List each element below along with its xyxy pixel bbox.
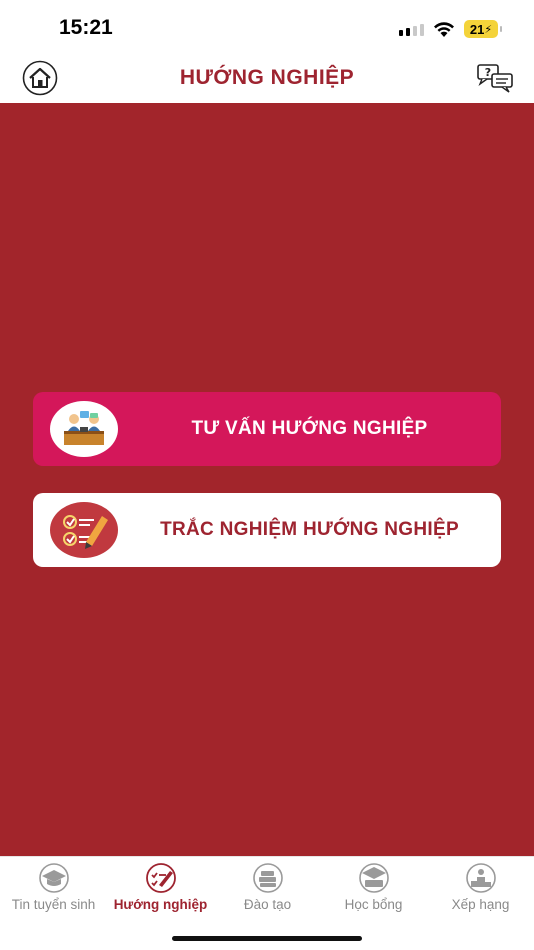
card-label: TRẮC NGHIỆM HƯỚNG NGHIỆP — [160, 519, 459, 540]
graduation-cap-icon — [38, 863, 69, 893]
battery-charging-icon: 21 ⚡ — [464, 20, 502, 38]
tab-label: Hướng nghiệp — [113, 897, 208, 912]
ranking-podium-icon — [465, 863, 496, 893]
status-time: 15:21 — [59, 16, 113, 39]
scholarship-icon — [358, 863, 389, 893]
tab-huong-nghiep[interactable]: Hướng nghiệp — [107, 863, 214, 912]
page-title: HƯỚNG NGHIỆP — [179, 66, 355, 89]
tab-label: Đào tạo — [243, 897, 292, 912]
tab-xep-hang[interactable]: Xếp hạng — [427, 863, 534, 912]
career-counseling-button[interactable]: TƯ VẤN HƯỚNG NGHIỆP — [33, 392, 501, 466]
quiz-checklist-icon — [50, 502, 118, 558]
wifi-icon — [434, 22, 454, 37]
chat-question-icon[interactable]: ? — [476, 62, 514, 94]
counseling-icon — [50, 401, 118, 457]
app-header: HƯỚNG NGHIỆP ? — [0, 56, 534, 103]
tab-label: Học bổng — [344, 897, 403, 912]
status-icons: 21 ⚡ — [399, 18, 502, 40]
status-bar: 15:21 21 ⚡ — [0, 0, 534, 56]
main-content: TƯ VẤN HƯỚNG NGHIỆP TRẮC NGHIỆM HƯỚNG NG… — [0, 103, 534, 856]
tab-dao-tao[interactable]: Đào tạo — [214, 863, 321, 912]
career-quiz-icon — [145, 863, 176, 893]
career-quiz-button[interactable]: TRẮC NGHIỆM HƯỚNG NGHIỆP — [33, 493, 501, 567]
signal-icon — [399, 22, 424, 36]
battery-level: 21 — [469, 21, 485, 37]
books-icon — [252, 863, 283, 893]
tab-label: Xếp hạng — [451, 897, 510, 912]
card-label: TƯ VẤN HƯỚNG NGHIỆP — [191, 418, 428, 439]
tab-hoc-bong[interactable]: Học bổng — [320, 863, 427, 912]
tab-tin-tuyen-sinh[interactable]: Tin tuyển sinh — [0, 863, 107, 912]
svg-text:?: ? — [485, 66, 491, 79]
tab-label: Tin tuyển sinh — [11, 897, 96, 912]
home-indicator — [172, 936, 362, 941]
